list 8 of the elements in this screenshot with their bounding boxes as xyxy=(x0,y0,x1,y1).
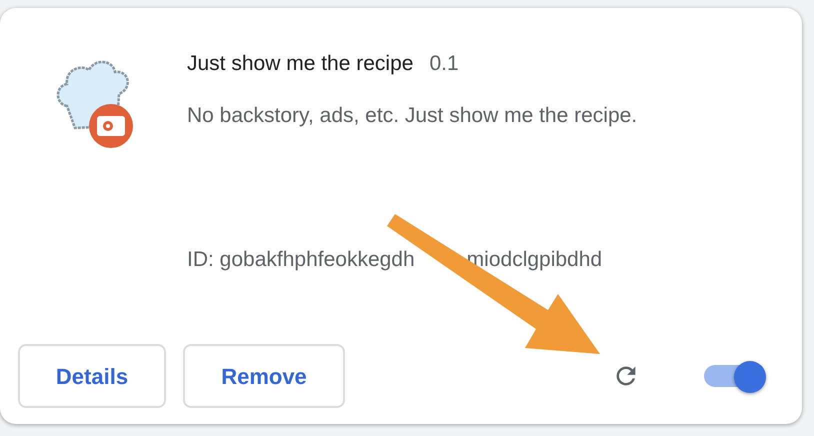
enable-toggle[interactable] xyxy=(702,361,766,391)
extension-name: Just show me the recipe xyxy=(187,51,414,77)
extension-id: miodclgpibdhd xyxy=(466,247,602,273)
details-button[interactable]: Details xyxy=(18,344,166,408)
extension-version: 0.1 xyxy=(429,51,459,77)
remove-button[interactable]: Remove xyxy=(183,344,345,408)
extension-id: ID: gobakfhphfeokkegdh xyxy=(187,247,415,273)
extension-description: No backstory, ads, etc. Just show me the recipe. xyxy=(187,102,638,128)
